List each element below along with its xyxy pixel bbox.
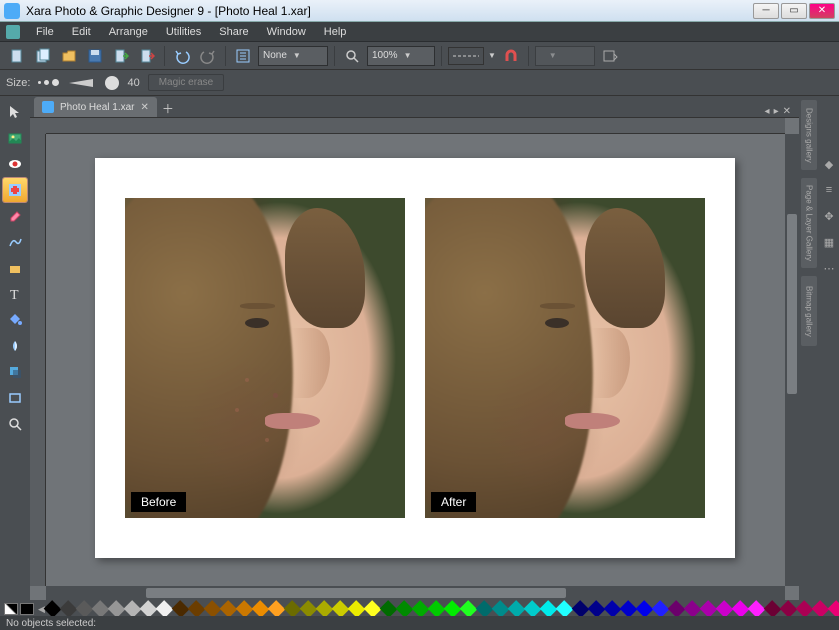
right-dock: Designs gallery Page & Layer Gallery Bit…	[799, 96, 819, 600]
menu-help[interactable]: Help	[316, 24, 355, 40]
zoom-tool-icon[interactable]	[341, 45, 363, 67]
line-style-combo[interactable]	[448, 47, 484, 65]
window-title: Xara Photo & Graphic Designer 9 - [Photo…	[26, 4, 753, 18]
chevron-down-icon: ▼	[293, 51, 301, 60]
galleries-button[interactable]	[599, 45, 621, 67]
dock-page-layer-gallery[interactable]: Page & Layer Gallery	[801, 178, 817, 268]
open-button[interactable]	[58, 45, 80, 67]
size-value: 40	[127, 77, 139, 89]
status-bar: No objects selected:	[0, 616, 839, 630]
menu-bar: File Edit Arrange Utilities Share Window…	[0, 22, 839, 42]
app-icon	[4, 3, 20, 19]
menu-window[interactable]: Window	[259, 24, 314, 40]
options-button[interactable]	[232, 45, 254, 67]
shape-tool[interactable]	[3, 256, 27, 280]
after-image[interactable]: After	[425, 198, 705, 518]
menu-arrange[interactable]: Arrange	[101, 24, 156, 40]
zoom-tool[interactable]	[3, 412, 27, 436]
ruler-horizontal[interactable]	[46, 118, 785, 134]
quality-value: None	[263, 50, 287, 61]
zoom-combo[interactable]: 100% ▼	[367, 46, 435, 66]
minimize-button[interactable]: ─	[753, 3, 779, 19]
main-toolbar: None ▼ 100% ▼ ▼ ▼	[0, 42, 839, 70]
chevron-down-icon: ▼	[549, 51, 557, 60]
add-tab-button[interactable]: ＋	[159, 99, 177, 117]
no-color-swatch[interactable]	[4, 603, 18, 615]
doc-system-icon[interactable]	[6, 25, 20, 39]
align-icon[interactable]: ≡	[821, 182, 837, 198]
tab-label: Photo Heal 1.xar	[60, 102, 135, 113]
scrollbar-vertical[interactable]	[785, 134, 799, 586]
freehand-tool[interactable]	[3, 230, 27, 254]
new-button[interactable]	[6, 45, 28, 67]
status-text: No objects selected:	[6, 618, 96, 629]
quality-combo[interactable]: None ▼	[258, 46, 328, 66]
undo-button[interactable]	[171, 45, 193, 67]
ruler-corner	[30, 118, 46, 134]
menu-file[interactable]: File	[28, 24, 62, 40]
document-tab[interactable]: Photo Heal 1.xar ✕	[34, 97, 157, 117]
name-value	[540, 50, 543, 61]
tab-close-icon[interactable]: ✕	[141, 102, 149, 113]
after-label: After	[431, 492, 476, 512]
chevron-down-icon[interactable]: ▼	[488, 51, 496, 60]
arrange-icon[interactable]: ▦	[821, 234, 837, 250]
maximize-button[interactable]: ▭	[781, 3, 807, 19]
eraser-tool[interactable]	[3, 204, 27, 228]
name-combo[interactable]: ▼	[535, 46, 595, 66]
doc-icon	[42, 101, 54, 113]
snap-button[interactable]	[500, 45, 522, 67]
zoom-value: 100%	[372, 50, 398, 61]
tab-nav-next-icon[interactable]: ▸	[774, 106, 779, 117]
chevron-down-icon: ▼	[404, 51, 412, 60]
canvas-area[interactable]: Before After	[30, 118, 799, 600]
fill-tool[interactable]	[3, 308, 27, 332]
rectangle-tool[interactable]	[3, 386, 27, 410]
photo-tool[interactable]	[3, 126, 27, 150]
tool-options-bar: Size: 40 Magic erase	[0, 70, 839, 96]
title-bar: Xara Photo & Graphic Designer 9 - [Photo…	[0, 0, 839, 22]
menu-edit[interactable]: Edit	[64, 24, 99, 40]
current-color-swatch[interactable]	[20, 603, 34, 615]
size-slider-icon[interactable]	[67, 76, 97, 90]
brush-preview-icon	[105, 76, 119, 90]
new-from-template-button[interactable]	[32, 45, 54, 67]
size-label: Size:	[6, 77, 30, 89]
before-image[interactable]: Before	[125, 198, 405, 518]
redo-button[interactable]	[197, 45, 219, 67]
shadow-tool[interactable]	[3, 360, 27, 384]
color-picker-icon[interactable]: ◆	[821, 156, 837, 172]
right-tool-strip: ◆ ≡ ✥ ▦ ⋯	[819, 96, 839, 600]
close-button[interactable]: ✕	[809, 3, 835, 19]
transparency-tool[interactable]	[3, 334, 27, 358]
color-palette	[45, 603, 839, 615]
brush-size-presets[interactable]	[38, 79, 59, 86]
selector-tool[interactable]	[3, 100, 27, 124]
tab-nav-prev-icon[interactable]: ◂	[765, 106, 770, 117]
save-button[interactable]	[84, 45, 106, 67]
dock-designs-gallery[interactable]: Designs gallery	[801, 100, 817, 170]
left-toolbox: T	[0, 96, 30, 600]
before-label: Before	[131, 492, 186, 512]
text-tool[interactable]: T	[3, 282, 27, 306]
svg-text:T: T	[10, 288, 19, 302]
scrollbar-horizontal[interactable]	[46, 586, 785, 600]
page[interactable]: Before After	[95, 158, 735, 558]
redeye-tool[interactable]	[3, 152, 27, 176]
import-button[interactable]	[110, 45, 132, 67]
document-tab-strip: Photo Heal 1.xar ✕ ＋ ◂ ▸ ✕	[30, 96, 799, 118]
menu-share[interactable]: Share	[211, 24, 256, 40]
nudge-icon[interactable]: ✥	[821, 208, 837, 224]
menu-utilities[interactable]: Utilities	[158, 24, 209, 40]
more-icon[interactable]: ⋯	[821, 260, 837, 276]
tab-menu-icon[interactable]: ✕	[783, 106, 791, 117]
export-button[interactable]	[136, 45, 158, 67]
heal-tool[interactable]	[3, 178, 27, 202]
dock-bitmap-gallery[interactable]: Bitmap gallery	[801, 276, 817, 346]
ruler-vertical[interactable]	[30, 134, 46, 586]
magic-erase-button[interactable]: Magic erase	[148, 74, 224, 91]
